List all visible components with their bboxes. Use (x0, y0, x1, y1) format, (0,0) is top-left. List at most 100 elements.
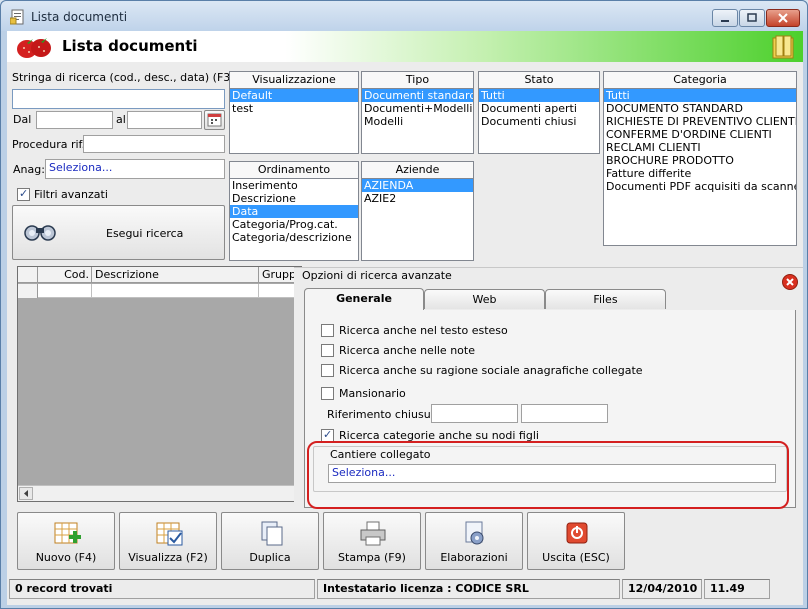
date-to-input[interactable] (127, 111, 202, 129)
mansionario-label: Mansionario (339, 387, 406, 400)
process-gear-icon (465, 521, 484, 545)
records-count: 0 record trovati (9, 579, 315, 599)
column-header-cod[interactable]: Cod. (39, 268, 91, 281)
nuovo-button[interactable]: Nuovo (F4) (17, 512, 115, 570)
binoculars-icon (24, 225, 56, 241)
advanced-filters-checkbox[interactable] (17, 187, 30, 201)
elaborazioni-button[interactable]: Elaborazioni (425, 512, 523, 570)
document-app-icon (10, 9, 24, 25)
search-extended-text-checkbox[interactable] (321, 324, 334, 337)
run-search-label: Esegui ricerca (106, 227, 184, 240)
elaborazioni-label: Elaborazioni (440, 551, 508, 564)
list-item[interactable]: CONFERME D'ORDINE CLIENTI (604, 128, 796, 141)
visualizzazione-header: Visualizzazione (230, 72, 358, 89)
list-item[interactable]: AZIENDA (362, 179, 473, 192)
license-owner: Intestatario licenza : CODICE SRL (317, 579, 620, 599)
column-divider (258, 284, 259, 298)
ordinamento-list[interactable]: Ordinamento Inserimento Descrizione Data… (229, 161, 359, 261)
column-header-descrizione[interactable]: Descrizione (95, 268, 159, 281)
tipo-header: Tipo (362, 72, 473, 89)
stato-list[interactable]: Stato Tutti Documenti aperti Documenti c… (478, 71, 600, 154)
stato-header: Stato (479, 72, 599, 89)
column-divider (258, 267, 259, 283)
grid-header-row: Cod. Descrizione Gruppo (18, 267, 303, 283)
tipo-list[interactable]: Tipo Documenti standard Documenti+Modell… (361, 71, 474, 154)
close-icon (786, 278, 794, 286)
list-item[interactable]: Documenti chiusi (479, 115, 599, 128)
tab-files[interactable]: Files (545, 289, 666, 309)
folder-books-icon (772, 35, 794, 59)
ordinamento-header: Ordinamento (230, 162, 358, 179)
list-item[interactable]: Tutti (604, 89, 796, 102)
search-input[interactable] (12, 89, 225, 109)
search-company-name-checkbox[interactable] (321, 364, 334, 377)
horizontal-scrollbar[interactable] (18, 485, 301, 501)
close-icon (778, 13, 788, 23)
closure-ref-input-1[interactable] (431, 404, 518, 423)
date-from-input[interactable] (36, 111, 113, 129)
list-item[interactable]: AZIE2 (362, 192, 473, 205)
title-bar[interactable]: Lista documenti (1, 1, 807, 31)
visualizzazione-list[interactable]: Visualizzazione Default test (229, 71, 359, 154)
visualizza-button[interactable]: Visualizza (F2) (119, 512, 217, 570)
list-item[interactable]: Documenti+Modelli (362, 102, 473, 115)
search-extended-text-label: Ricerca anche nel testo esteso (339, 324, 508, 337)
power-exit-icon (566, 522, 588, 544)
list-item[interactable]: Documenti aperti (479, 102, 599, 115)
maximize-button[interactable] (739, 9, 765, 27)
run-search-button[interactable]: Esegui ricerca (12, 205, 225, 260)
list-item[interactable]: Categoria/Prog.cat. (230, 218, 358, 231)
list-item[interactable]: Default (230, 89, 358, 102)
table-row[interactable] (18, 284, 301, 298)
closure-ref-input-2[interactable] (521, 404, 608, 423)
list-item[interactable]: DOCUMENTO STANDARD (604, 102, 796, 115)
anag-select[interactable]: Seleziona... (45, 159, 225, 179)
new-grid-icon (54, 522, 81, 544)
column-divider (91, 284, 92, 298)
categoria-list[interactable]: Categoria Tutti DOCUMENTO STANDARD RICHI… (603, 71, 797, 246)
duplica-button[interactable]: Duplica (221, 512, 319, 570)
list-item[interactable]: Modelli (362, 115, 473, 128)
tab-web[interactable]: Web (424, 289, 545, 309)
list-item[interactable]: Data (230, 205, 358, 218)
row-selector-header (18, 267, 38, 283)
tab-generale[interactable]: Generale (304, 288, 424, 310)
list-item[interactable]: Categoria/descrizione (230, 231, 358, 244)
list-item[interactable]: Documenti standard (362, 89, 473, 102)
list-item[interactable]: BROCHURE PRODOTTO (604, 154, 796, 167)
duplica-label: Duplica (249, 551, 291, 564)
search-notes-checkbox[interactable] (321, 344, 334, 357)
close-button[interactable] (766, 9, 800, 27)
row-selector[interactable] (18, 284, 38, 298)
procedure-ref-input[interactable] (83, 135, 225, 153)
scroll-left-button[interactable] (19, 487, 33, 500)
list-item[interactable]: Inserimento (230, 179, 358, 192)
advanced-filters-label: Filtri avanzati (34, 188, 108, 201)
maximize-icon (747, 13, 757, 22)
anag-label: Anag: (13, 163, 45, 176)
minimize-button[interactable] (712, 9, 738, 27)
advanced-options-title: Opzioni di ricerca avanzate (302, 269, 452, 282)
list-item[interactable]: Fatture differite (604, 167, 796, 180)
list-item[interactable]: RICHIESTE DI PREVENTIVO CLIENTI (604, 115, 796, 128)
aziende-list[interactable]: Aziende AZIENDA AZIE2 (361, 161, 474, 261)
calendar-button[interactable] (204, 110, 225, 130)
bottom-toolbar: Nuovo (F4) Visualizza (F2) Duplica Stamp… (17, 512, 627, 572)
view-grid-icon (156, 522, 183, 546)
list-item[interactable]: RECLAMI CLIENTI (604, 141, 796, 154)
mansionario-checkbox[interactable] (321, 387, 334, 400)
list-item[interactable]: Documenti PDF acquisiti da scanner (604, 180, 796, 193)
stampa-button[interactable]: Stampa (F9) (323, 512, 421, 570)
list-item[interactable]: Tutti (479, 89, 599, 102)
strawberry-logo-icon (17, 38, 51, 58)
list-item[interactable]: Descrizione (230, 192, 358, 205)
results-grid[interactable]: Cod. Descrizione Gruppo (17, 266, 303, 502)
uscita-button[interactable]: Uscita (ESC) (527, 512, 625, 570)
printer-icon (360, 521, 386, 546)
list-item[interactable]: test (230, 102, 358, 115)
highlight-annotation (307, 441, 789, 509)
duplicate-icon (261, 521, 283, 546)
close-advanced-button[interactable] (782, 274, 798, 290)
aziende-header: Aziende (362, 162, 473, 179)
date-from-label: Dal (13, 113, 32, 126)
